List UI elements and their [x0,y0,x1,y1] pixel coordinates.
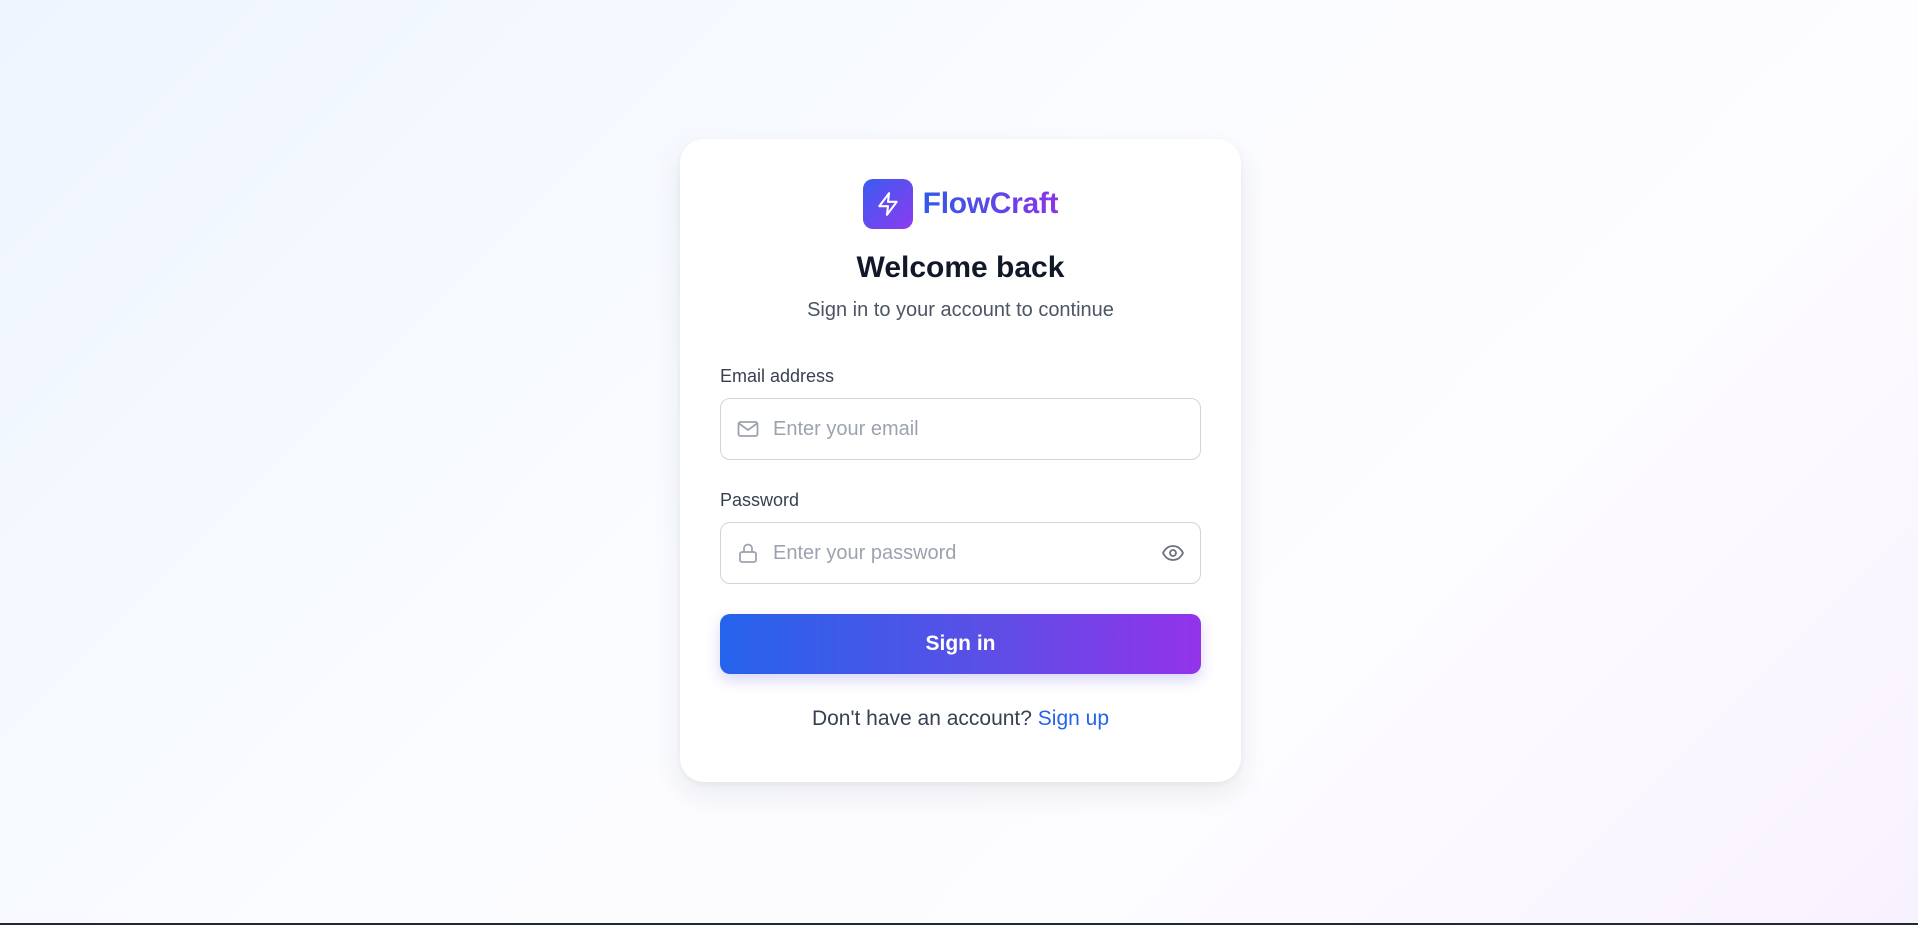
page-title: Welcome back [856,251,1065,284]
login-card: FlowCraft Welcome back Sign in to your a… [680,139,1241,782]
signup-prompt: Don't have an account? Sign up [720,707,1201,731]
brand-logo [862,179,913,229]
email-field[interactable] [773,417,1186,441]
email-label: Email address [720,366,835,386]
sign-in-button[interactable]: Sign in [720,614,1201,674]
lightning-bolt-icon [875,191,901,217]
sign-up-link[interactable]: Sign up [1038,707,1109,730]
password-field[interactable] [773,541,1148,565]
signup-prompt-text: Don't have an account? [811,707,1032,730]
lock-icon [735,540,761,566]
password-label: Password [720,490,800,510]
eye-icon[interactable] [1160,540,1186,566]
email-field-wrapper[interactable] [720,398,1201,460]
brand: FlowCraft [720,179,1201,229]
password-field-wrapper[interactable] [720,522,1201,584]
page-subtitle: Sign in to your account to continue [807,299,1114,321]
brand-name: FlowCraft [922,187,1059,220]
mail-icon [735,416,761,442]
